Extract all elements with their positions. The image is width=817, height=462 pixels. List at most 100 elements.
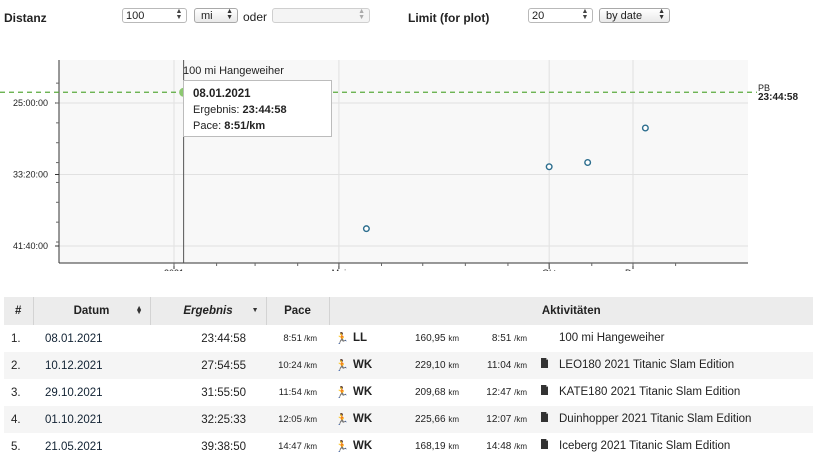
data-point (584, 158, 592, 166)
activity-name-link[interactable]: Duinhopper 2021 Titanic Slam Edition (559, 413, 751, 425)
row-pace-value: 10:24 (278, 360, 302, 371)
y-tick-label: 33:20:00 (13, 170, 48, 180)
row-pace: 10:24 /km (266, 352, 329, 379)
row-activity[interactable]: 🏃 WK 225,66 km 12:07 /km Duinhopper 2021 Tit… (329, 406, 813, 433)
row-pace-unit: /km (304, 442, 317, 451)
activity-distance-value: 168,19 (414, 441, 446, 452)
activity-distance-value: 225,66 (414, 414, 446, 425)
table-row[interactable]: 3. 29.10.2021 31:55:50 11:54 /km 🏃 WK 209,68 k… (4, 379, 813, 406)
activity-distance: 168,19 km (409, 441, 459, 452)
unit-select[interactable]: mi ▲ ▼ (194, 8, 238, 23)
activity-type: WK (353, 413, 373, 425)
activity-distance: 225,66 km (409, 414, 459, 425)
activity-pace-unit: /km (514, 442, 527, 451)
row-pace-value: 11:54 (278, 387, 302, 398)
y-axis-ticks: 25:00:00 33:20:00 41:40:00 (13, 82, 59, 251)
activity-distance-value: 229,10 (414, 360, 446, 371)
table-header-row: # Datum ▲ ▼ Ergebnis ▼ Pace Aktivitäten (4, 297, 813, 325)
col-header-result[interactable]: Ergebnis ▼ (150, 297, 267, 325)
distance-input[interactable]: 100 ▲ ▼ (122, 8, 187, 23)
row-result: 39:38:50 (150, 433, 266, 460)
table-row[interactable]: 5. 21.05.2021 39:38:50 14:47 /km 🏃 WK 168,19 k… (4, 433, 813, 460)
row-result: 32:25:33 (150, 406, 266, 433)
runner-icon: 🏃 (335, 441, 349, 453)
results-table: # Datum ▲ ▼ Ergebnis ▼ Pace Aktivitäten 1… (4, 297, 813, 460)
activity-pace-value: 12:47 (486, 387, 512, 398)
row-number: 4. (4, 406, 33, 433)
stepper-icon[interactable]: ▲ ▼ (581, 8, 589, 21)
row-pace-value: 12:05 (278, 414, 302, 425)
activity-name-link[interactable]: KATE180 2021 Titanic Slam Edition (559, 386, 740, 398)
tooltip-result-label: Ergebnis: (193, 104, 240, 116)
tooltip-pace-value: 8:51/km (224, 120, 266, 132)
table-row[interactable]: 1. 08.01.2021 23:44:58 8:51 /km 🏃 LL 160,95 km… (4, 325, 813, 352)
x-axis-ticks: 2021 Mai Okt Dez (164, 263, 677, 271)
row-pace-unit: /km (304, 334, 317, 343)
runner-icon: 🏃 (335, 360, 349, 372)
sort-both-icon[interactable]: ▲ ▼ (136, 305, 143, 316)
activity-distance: 209,68 km (409, 387, 459, 398)
sort-value: by date (606, 10, 643, 22)
or-label: oder (243, 10, 268, 24)
row-pace-unit: /km (304, 388, 317, 397)
row-date-link[interactable]: 10.12.2021 (33, 352, 150, 379)
activity-type: WK (353, 359, 373, 371)
select-arrows-icon: ▲ ▼ (658, 8, 665, 21)
row-number: 5. (4, 433, 33, 460)
row-pace-value: 8:51 (283, 333, 302, 344)
stepper-icon[interactable]: ▲ ▼ (175, 8, 183, 21)
col-header-date-label: Datum (73, 305, 110, 317)
data-point (545, 163, 553, 171)
row-date-link[interactable]: 08.01.2021 (33, 325, 150, 352)
row-number: 2. (4, 352, 33, 379)
activity-pace: 12:07 /km (479, 414, 527, 425)
highlight-annotation: 100 mi Hangeweiher (183, 65, 284, 77)
y-tick-label: 25:00:00 (13, 98, 48, 108)
activity-distance: 160,95 km (409, 333, 459, 344)
document-icon (541, 358, 548, 368)
activity-pace-value: 12:07 (486, 414, 512, 425)
table-row[interactable]: 4. 01.10.2021 32:25:33 12:05 /km 🏃 WK 225,66 k… (4, 406, 813, 433)
row-date-link[interactable]: 01.10.2021 (33, 406, 150, 433)
row-pace-unit: /km (304, 361, 317, 370)
activity-pace-unit: /km (514, 334, 527, 343)
activity-distance-unit: km (448, 415, 459, 424)
row-activity[interactable]: 🏃 WK 168,19 km 14:48 /km Iceberg 2021 Titani… (329, 433, 813, 460)
col-header-pace[interactable]: Pace (266, 297, 330, 325)
row-result: 31:55:50 (150, 379, 266, 406)
row-activity[interactable]: 🏃 WK 229,10 km 11:04 /km LEO180 2021 Titanic… (329, 352, 813, 379)
distance-value: 100 (126, 10, 145, 22)
activity-pace-unit: /km (514, 388, 527, 397)
row-pace: 12:05 /km (266, 406, 329, 433)
row-date-link[interactable]: 29.10.2021 (33, 379, 150, 406)
row-result: 23:44:58 (150, 325, 266, 352)
activity-name-link[interactable]: Iceberg 2021 Titanic Slam Edition (559, 440, 730, 452)
activity-pace-value: 8:51 (491, 333, 512, 344)
activity-type: LL (353, 332, 368, 344)
activity-type: WK (353, 386, 373, 398)
col-header-date[interactable]: Datum ▲ ▼ (33, 297, 151, 325)
limit-input[interactable]: 20 ▲ ▼ (528, 8, 593, 23)
race-select[interactable]: ▲ ▼ (272, 8, 370, 23)
runner-icon: 🏃 (335, 387, 349, 399)
pb-label: PB 23:44:58 (758, 84, 799, 103)
select-arrows-icon: ▲ ▼ (226, 8, 233, 21)
row-pace-unit: /km (304, 415, 317, 424)
data-point (641, 124, 649, 132)
activity-name-link[interactable]: 100 mi Hangeweiher (559, 332, 664, 344)
select-arrows-icon: ▲ ▼ (358, 8, 365, 21)
row-number: 3. (4, 379, 33, 406)
activity-name-link[interactable]: LEO180 2021 Titanic Slam Edition (559, 359, 734, 371)
table-row[interactable]: 2. 10.12.2021 27:54:55 10:24 /km 🏃 WK 229,10 k… (4, 352, 813, 379)
row-activity[interactable]: 🏃 LL 160,95 km 8:51 /km 100 mi Hangeweiher (329, 325, 813, 352)
row-activity[interactable]: 🏃 WK 209,68 km 12:47 /km KATE180 2021 Titani… (329, 379, 813, 406)
activity-pace-unit: /km (514, 415, 527, 424)
x-tick-label: 2021 (164, 268, 184, 271)
activity-pace: 14:48 /km (479, 441, 527, 452)
sort-select[interactable]: by date ▲ ▼ (599, 8, 670, 23)
pb-time: 23:44:58 (758, 92, 799, 103)
sort-desc-icon[interactable]: ▼ (252, 307, 259, 314)
limit-value: 20 (532, 10, 545, 22)
row-number: 1. (4, 325, 33, 352)
row-date-link[interactable]: 21.05.2021 (33, 433, 150, 460)
